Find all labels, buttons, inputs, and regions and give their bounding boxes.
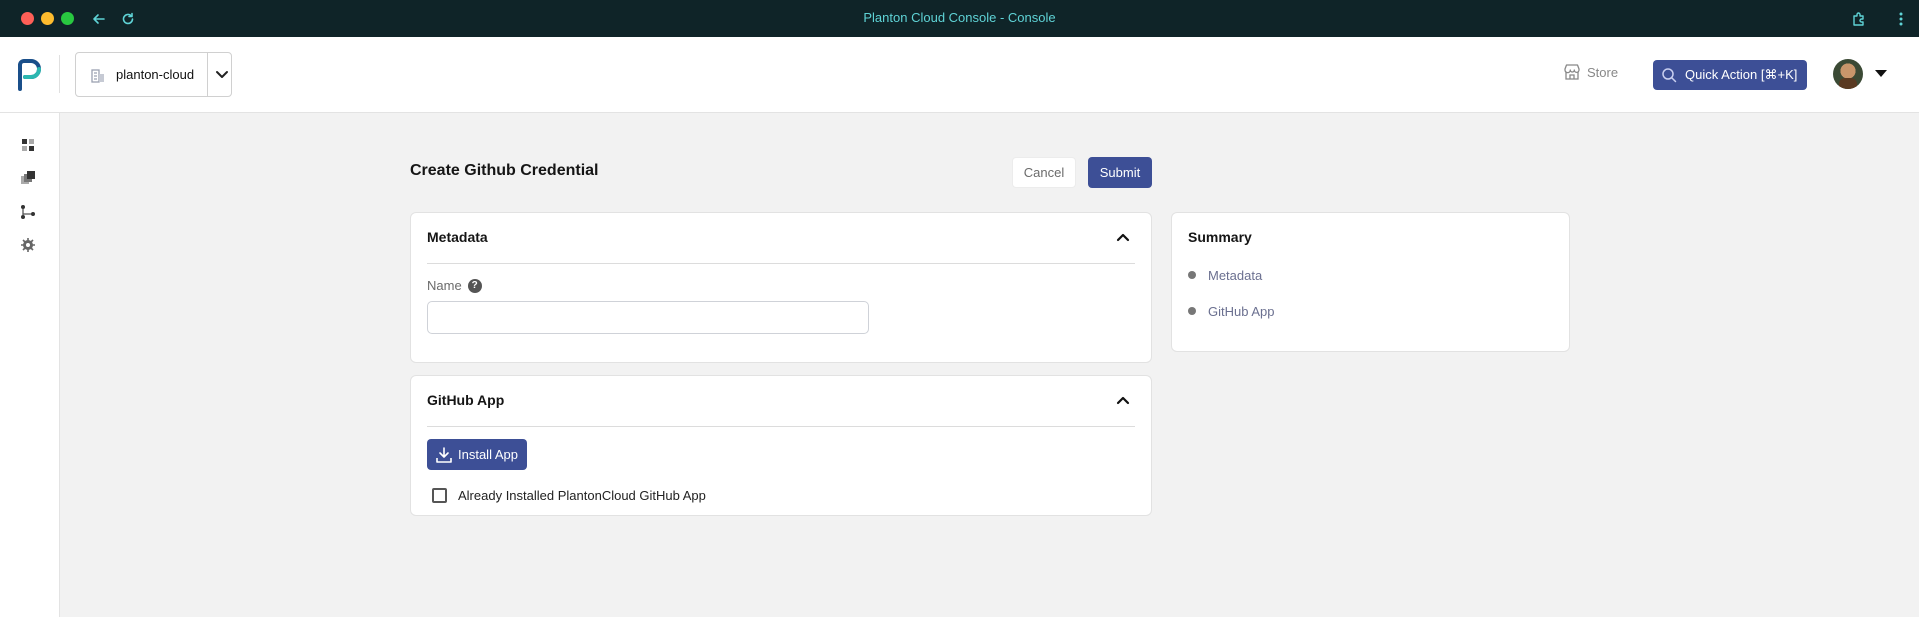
summary-title: Summary <box>1188 229 1252 245</box>
summary-list: Metadata GitHub App <box>1188 265 1275 337</box>
install-app-button[interactable]: Install App <box>427 439 527 470</box>
download-icon <box>436 446 452 463</box>
sidebar <box>0 113 60 617</box>
metadata-section: Metadata Name ? <box>410 212 1152 363</box>
chevron-up-icon[interactable] <box>1115 392 1131 408</box>
org-selector-divider <box>207 53 208 96</box>
store-icon <box>1564 64 1580 80</box>
org-name: planton-cloud <box>116 67 195 82</box>
name-field-label: Name ? <box>427 278 482 293</box>
header-divider <box>59 55 60 93</box>
chevron-down-icon[interactable] <box>214 66 230 82</box>
github-app-section-title: GitHub App <box>427 392 505 408</box>
submit-button[interactable]: Submit <box>1088 157 1152 188</box>
name-input[interactable] <box>427 301 869 334</box>
store-label: Store <box>1587 64 1619 80</box>
caret-down-icon[interactable] <box>1875 70 1887 77</box>
bullet-dot-icon <box>1188 271 1196 279</box>
summary-panel: Summary Metadata GitHub App <box>1171 212 1570 352</box>
settings-gear-icon[interactable] <box>20 237 36 253</box>
summary-item-label: Metadata <box>1208 267 1263 283</box>
summary-item-metadata[interactable]: Metadata <box>1188 265 1275 285</box>
extension-puzzle-icon[interactable] <box>1849 9 1869 29</box>
pipeline-icon[interactable] <box>20 204 36 220</box>
quick-action-button[interactable]: Quick Action [⌘+K] <box>1653 60 1807 90</box>
already-installed-label: Already Installed PlantonCloud GitHub Ap… <box>458 488 706 503</box>
chevron-up-icon[interactable] <box>1115 229 1131 245</box>
window-titlebar: Planton Cloud Console - Console <box>0 0 1919 37</box>
install-app-label: Install App <box>458 447 518 462</box>
page-title: Create Github Credential <box>410 162 599 179</box>
metadata-section-title: Metadata <box>427 229 488 245</box>
cancel-button[interactable]: Cancel <box>1012 157 1076 188</box>
summary-item-github-app[interactable]: GitHub App <box>1188 301 1275 321</box>
section-divider <box>427 263 1135 264</box>
planton-logo-icon[interactable] <box>16 59 44 91</box>
dashboard-icon[interactable] <box>20 137 36 153</box>
search-icon <box>1662 68 1677 83</box>
user-avatar[interactable] <box>1833 59 1863 89</box>
window-title: Planton Cloud Console - Console <box>863 10 1056 25</box>
help-icon[interactable]: ? <box>467 278 482 293</box>
store-link[interactable]: Store <box>1563 63 1618 81</box>
already-installed-row[interactable]: Already Installed PlantonCloud GitHub Ap… <box>432 488 706 503</box>
building-icon <box>90 67 106 83</box>
section-divider <box>427 426 1135 427</box>
more-vertical-icon[interactable] <box>1891 9 1911 29</box>
already-installed-checkbox[interactable] <box>432 488 447 503</box>
org-selector[interactable]: planton-cloud <box>75 52 232 97</box>
summary-item-label: GitHub App <box>1208 303 1275 319</box>
bullet-dot-icon <box>1188 307 1196 315</box>
quick-action-label: Quick Action [⌘+K] <box>1685 67 1798 82</box>
name-label-text: Name <box>427 278 462 293</box>
resources-icon[interactable] <box>20 170 36 186</box>
github-app-section: GitHub App Install App Already Installed… <box>410 375 1152 516</box>
app-header: planton-cloud Store Quick Action [⌘+K] <box>0 37 1919 113</box>
